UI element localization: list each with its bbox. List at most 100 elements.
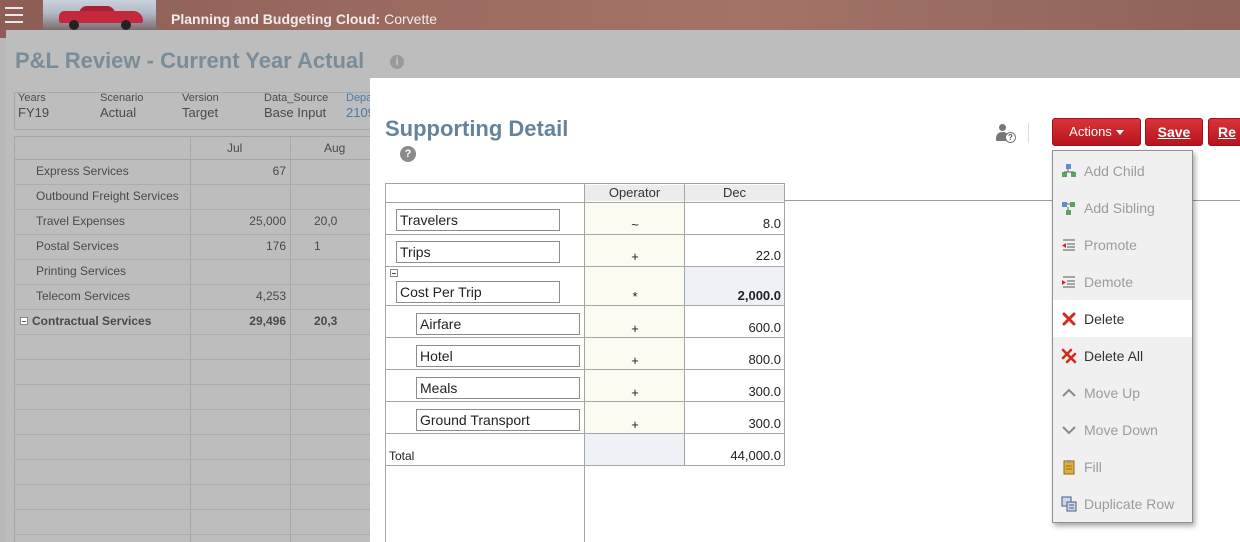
- info-icon[interactable]: i: [390, 55, 404, 69]
- menu-item-add-child[interactable]: Add Child: [1053, 152, 1192, 189]
- row-label-input[interactable]: Trips: [396, 241, 560, 263]
- grid-row[interactable]: Travel Expenses 25,000 20,0: [14, 209, 374, 235]
- menu-item-label: Delete All: [1084, 348, 1144, 364]
- cell-jul[interactable]: 67: [190, 164, 286, 178]
- value-cell[interactable]: 300.0: [685, 416, 781, 431]
- grid-divider: [190, 136, 191, 542]
- column-header-aug: Aug: [324, 141, 346, 155]
- table-line: [385, 305, 785, 306]
- row-label-input[interactable]: Travelers: [396, 209, 560, 231]
- form-title: P&L Review - Current Year Actual: [15, 48, 365, 73]
- cell-jul[interactable]: 25,000: [190, 214, 286, 228]
- menu-item-delete-all[interactable]: Delete All: [1053, 337, 1192, 374]
- total-label: Total: [389, 449, 415, 463]
- grid-row[interactable]: Telecom Services 4,253: [14, 284, 374, 310]
- value-cell[interactable]: 600.0: [685, 320, 781, 335]
- toolbar-separator: [1028, 123, 1029, 143]
- cell-aug[interactable]: 1: [314, 239, 374, 253]
- menu-item-delete[interactable]: Delete: [1053, 300, 1192, 337]
- value-cell[interactable]: 2,000.0: [685, 288, 781, 303]
- operator-cell[interactable]: +: [585, 417, 685, 432]
- menu-item-fill[interactable]: Fill: [1053, 448, 1192, 485]
- add-child-icon: [1062, 164, 1076, 177]
- row-label-input[interactable]: Hotel: [416, 345, 580, 367]
- operator-cell[interactable]: +: [585, 385, 685, 400]
- promote-icon: [1062, 239, 1075, 251]
- pov-scenario[interactable]: Scenario Actual: [100, 92, 143, 128]
- menu-item-label: Add Child: [1084, 163, 1145, 179]
- value-cell[interactable]: 800.0: [685, 352, 781, 367]
- pov-label: Scenario: [100, 92, 144, 104]
- row-label-input[interactable]: Airfare: [416, 313, 580, 335]
- reset-button[interactable]: Re: [1208, 118, 1240, 146]
- value-cell[interactable]: 22.0: [685, 248, 781, 263]
- grid-row-empty: [14, 509, 374, 535]
- collapse-icon[interactable]: [390, 269, 398, 277]
- menu-item-add-sibling[interactable]: Add Sibling: [1053, 189, 1192, 226]
- menu-item-label: Move Down: [1084, 422, 1158, 438]
- grid-border: [14, 136, 15, 542]
- total-value: 44,000.0: [730, 448, 781, 463]
- menu-item-duplicate-row[interactable]: Duplicate Row: [1053, 485, 1192, 522]
- table-line: [385, 234, 785, 235]
- row-label-input[interactable]: Meals: [416, 377, 580, 399]
- menu-item-demote[interactable]: Demote: [1053, 263, 1192, 300]
- grid-row[interactable]: Printing Services: [14, 259, 374, 285]
- dialog-title: Supporting Detail: [385, 116, 569, 141]
- cell-jul[interactable]: 4,253: [190, 289, 286, 303]
- collapse-icon[interactable]: [20, 317, 28, 325]
- grid-row[interactable]: Postal Services 176 1: [14, 234, 374, 260]
- row-member: Contractual Services: [32, 314, 152, 328]
- pov-version[interactable]: Version Target: [182, 92, 219, 128]
- grid-row[interactable]: Express Services 67: [14, 159, 374, 185]
- cell-aug[interactable]: 20,0: [314, 214, 374, 228]
- row-member: Outbound Freight Services: [36, 189, 179, 203]
- pov-data-source[interactable]: Data_Source Base Input: [264, 92, 328, 128]
- operator-cell[interactable]: ~: [585, 217, 685, 232]
- help-icon[interactable]: ?: [400, 146, 416, 162]
- grid-divider: [290, 136, 291, 542]
- table-line: [385, 266, 785, 267]
- value-cell[interactable]: 300.0: [685, 384, 781, 399]
- corvette-logo: [43, 0, 156, 30]
- operator-cell[interactable]: *: [585, 289, 685, 304]
- actions-button[interactable]: Actions: [1052, 118, 1141, 146]
- menu-item-promote[interactable]: Promote: [1053, 226, 1192, 263]
- row-label-input[interactable]: Ground Transport: [416, 409, 580, 431]
- operator-cell[interactable]: +: [585, 249, 685, 264]
- actions-button-label: Actions: [1069, 124, 1112, 139]
- table-line: [385, 433, 785, 434]
- row-label-input[interactable]: Cost Per Trip: [396, 281, 560, 303]
- pov-value: FY19: [18, 105, 50, 120]
- demote-icon: [1062, 276, 1075, 288]
- value-cell[interactable]: 8.0: [685, 216, 781, 231]
- app-name: Planning and Budgeting Cloud:: [171, 11, 381, 27]
- grid-header: Jul Aug: [14, 136, 374, 160]
- hamburger-menu-icon[interactable]: [5, 7, 23, 23]
- user-help-icon[interactable]: ?: [996, 124, 1016, 143]
- app-instance: Corvette: [380, 11, 438, 27]
- operator-cell[interactable]: +: [585, 321, 685, 336]
- menu-item-move-up[interactable]: Move Up: [1053, 374, 1192, 411]
- grid-row-parent[interactable]: Contractual Services 29,496 20,3: [14, 309, 374, 335]
- cell-aug[interactable]: 20,3: [314, 314, 374, 328]
- row-member: Express Services: [36, 164, 129, 178]
- menu-item-move-down[interactable]: Move Down: [1053, 411, 1192, 448]
- grid-row[interactable]: Outbound Freight Services: [14, 184, 374, 210]
- grid-row-empty: [14, 484, 374, 510]
- add-sibling-icon: [1062, 202, 1075, 215]
- cell-jul[interactable]: 29,496: [190, 314, 286, 328]
- grid-row-empty: [14, 459, 374, 485]
- save-button[interactable]: Save: [1145, 118, 1203, 146]
- pov-years[interactable]: Years FY19: [18, 92, 49, 128]
- column-header-operator: Operator: [585, 185, 684, 201]
- table-line: [385, 401, 785, 402]
- pov-department[interactable]: Depa 2109: [346, 92, 370, 128]
- operator-cell[interactable]: +: [585, 353, 685, 368]
- cell-jul[interactable]: 176: [190, 239, 286, 253]
- menu-item-label: Add Sibling: [1084, 200, 1155, 216]
- grid-row-empty: [14, 334, 374, 360]
- table-line: [385, 183, 386, 542]
- pov-value: Base Input: [264, 105, 327, 120]
- app-title: Planning and Budgeting Cloud: Corvette: [171, 11, 437, 27]
